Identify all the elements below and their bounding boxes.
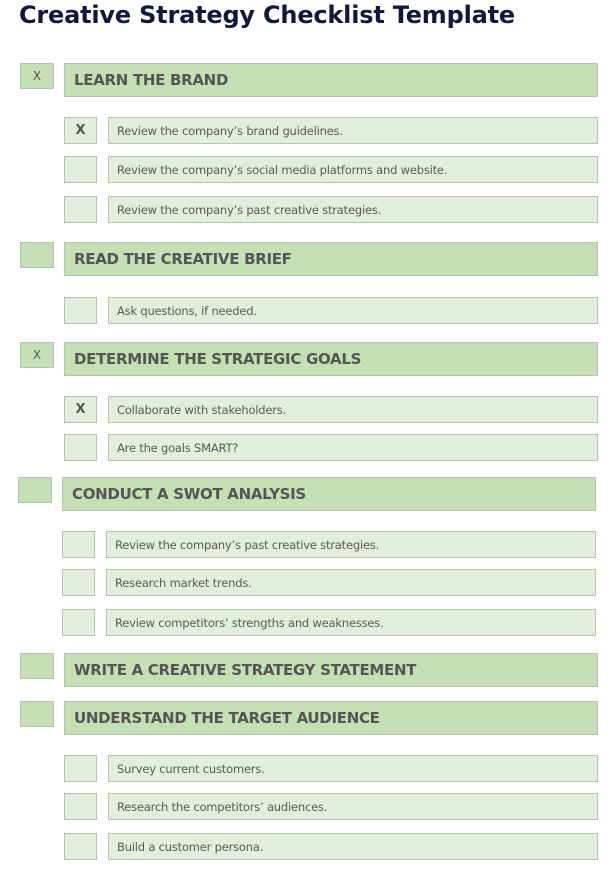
task-item: Survey current customers.	[108, 755, 598, 782]
task-label: Research market trends.	[115, 575, 252, 590]
task-label: Review competitors’ strengths and weakne…	[115, 615, 384, 630]
task-checkbox[interactable]: X	[64, 117, 97, 144]
task-checkbox[interactable]	[62, 609, 95, 636]
task-item: Collaborate with stakeholders.	[108, 396, 598, 423]
task-checkbox[interactable]	[64, 297, 97, 324]
section-header: READ THE CREATIVE BRIEF	[64, 242, 598, 276]
section-checkbox[interactable]	[20, 242, 54, 268]
section-title: DETERMINE THE STRATEGIC GOALS	[74, 350, 362, 368]
task-item: Review competitors’ strengths and weakne…	[106, 609, 596, 636]
section-title: CONDUCT A SWOT ANALYSIS	[72, 485, 306, 503]
task-label: Are the goals SMART?	[117, 440, 239, 455]
task-item: Review the company’s social media platfo…	[108, 156, 598, 183]
section-title: READ THE CREATIVE BRIEF	[74, 250, 292, 268]
task-label: Review the company’s past creative strat…	[115, 537, 380, 552]
check-mark-icon: X	[32, 348, 42, 362]
check-mark-icon: X	[75, 123, 86, 138]
task-item: Review the company’s past creative strat…	[106, 531, 596, 558]
task-label: Collaborate with stakeholders.	[117, 402, 287, 417]
task-checkbox[interactable]	[64, 833, 97, 860]
task-label: Research the competitors’ audiences.	[117, 799, 328, 814]
task-checkbox[interactable]	[64, 793, 97, 820]
task-checkbox[interactable]	[62, 569, 95, 596]
task-checkbox[interactable]	[64, 755, 97, 782]
section-title: UNDERSTAND THE TARGET AUDIENCE	[74, 709, 380, 727]
section-checkbox[interactable]	[20, 653, 54, 679]
section-checkbox[interactable]	[20, 701, 54, 727]
task-label: Survey current customers.	[117, 761, 265, 776]
task-label: Build a customer persona.	[117, 839, 264, 854]
task-checkbox[interactable]: X	[64, 396, 97, 423]
task-item: Review the company’s brand guidelines.	[108, 117, 598, 144]
section-header: UNDERSTAND THE TARGET AUDIENCE	[64, 701, 598, 735]
task-checkbox[interactable]	[64, 156, 97, 183]
section-checkbox[interactable]	[18, 477, 52, 503]
section-header: CONDUCT A SWOT ANALYSIS	[62, 477, 596, 511]
task-item: Are the goals SMART?	[108, 434, 598, 461]
page-title: Creative Strategy Checklist Template	[19, 1, 515, 29]
task-checkbox[interactable]	[62, 531, 95, 558]
check-mark-icon: X	[32, 69, 42, 83]
section-header: LEARN THE BRAND	[64, 63, 598, 97]
task-checkbox[interactable]	[64, 434, 97, 461]
section-checkbox[interactable]: X	[20, 63, 54, 89]
task-label: Ask questions, if needed.	[117, 303, 257, 318]
task-checkbox[interactable]	[64, 196, 97, 223]
task-item: Build a customer persona.	[108, 833, 598, 860]
task-label: Review the company’s social media platfo…	[117, 162, 448, 177]
section-checkbox[interactable]: X	[20, 342, 54, 368]
task-label: Review the company’s brand guidelines.	[117, 123, 343, 138]
section-header: DETERMINE THE STRATEGIC GOALS	[64, 342, 598, 376]
task-item: Research market trends.	[106, 569, 596, 596]
section-header: WRITE A CREATIVE STRATEGY STATEMENT	[64, 653, 598, 687]
section-title: WRITE A CREATIVE STRATEGY STATEMENT	[74, 661, 417, 679]
section-title: LEARN THE BRAND	[74, 71, 229, 89]
task-item: Ask questions, if needed.	[108, 297, 598, 324]
task-item: Review the company’s past creative strat…	[108, 196, 598, 223]
check-mark-icon: X	[75, 402, 86, 417]
task-label: Review the company’s past creative strat…	[117, 202, 382, 217]
task-item: Research the competitors’ audiences.	[108, 793, 598, 820]
